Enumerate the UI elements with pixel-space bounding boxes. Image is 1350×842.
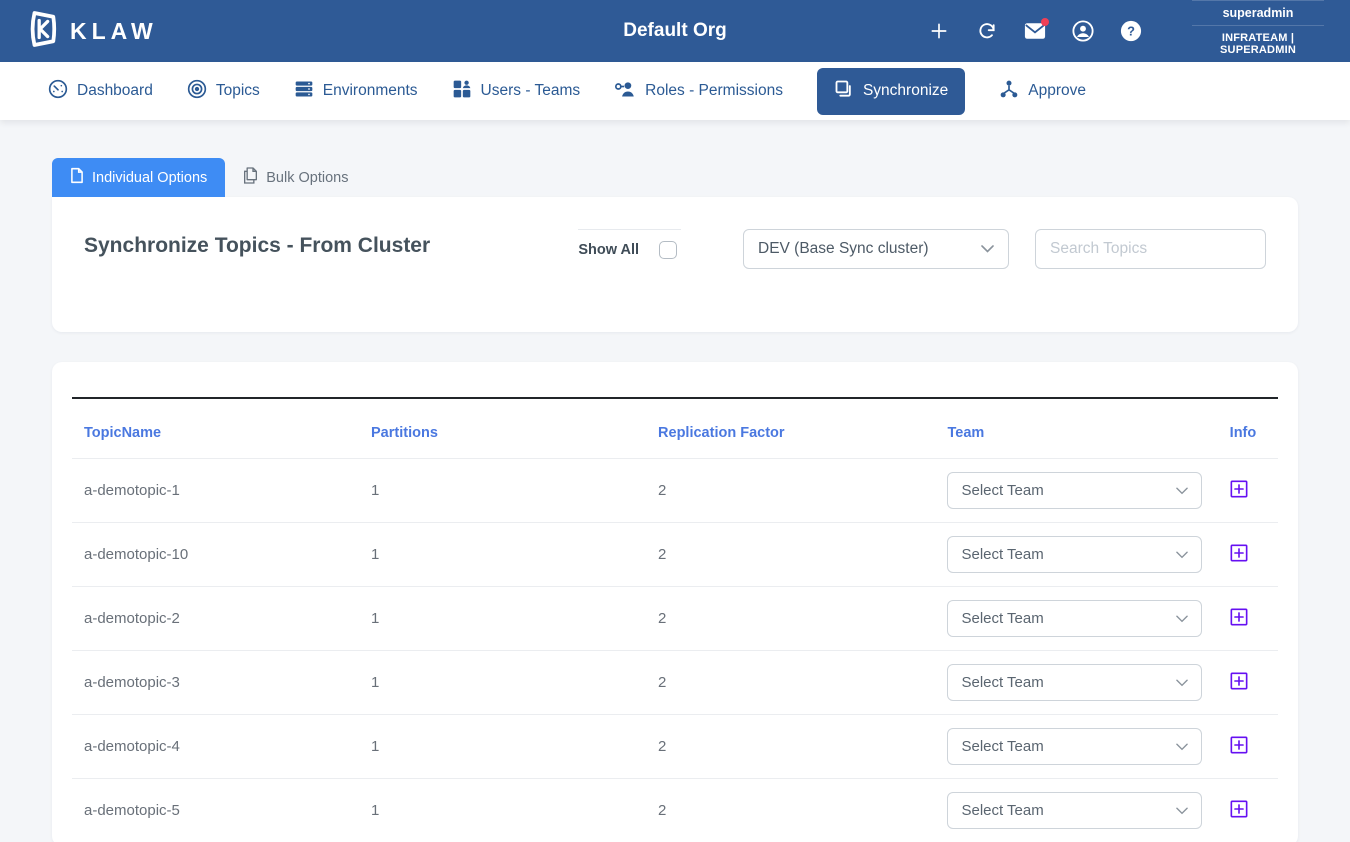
add-topic-icon[interactable] [1230,480,1248,498]
nav-item-synchronize[interactable]: Synchronize [817,68,965,115]
col-header-info: Info [1218,398,1278,459]
help-icon[interactable]: ? [1120,20,1142,42]
topics-icon [187,79,207,104]
search-topics-input[interactable] [1035,229,1266,269]
nav-item-approve[interactable]: Approve [999,79,1086,104]
table-row: a-demotopic-3 1 2 Select Team [72,651,1278,715]
klaw-logo[interactable]: KLAW [26,9,158,54]
team-select[interactable]: Select Team [947,472,1202,509]
table-row: a-demotopic-2 1 2 Select Team [72,587,1278,651]
sync-topics-table: TopicName Partitions Replication Factor … [72,397,1278,842]
show-all-checkbox[interactable] [659,241,677,259]
panel-heading: Synchronize Topics - From Cluster [84,229,578,258]
table-row: a-demotopic-5 1 2 Select Team [72,779,1278,842]
replication-factor-cell: 2 [646,779,935,842]
add-topic-icon[interactable] [1230,800,1248,818]
main-content: Individual Options Bulk Options Synchron… [0,120,1350,842]
chevron-down-icon [1176,546,1188,563]
topic-name-cell: a-demotopic-1 [72,459,359,523]
topic-name-cell: a-demotopic-4 [72,715,359,779]
tab-individual-options[interactable]: Individual Options [52,158,225,197]
synchronize-icon [834,79,854,104]
environments-icon [294,79,314,104]
show-all-label: Show All [578,242,639,258]
add-topic-icon[interactable] [1230,736,1248,754]
team-select[interactable]: Select Team [947,728,1202,765]
chevron-down-icon [1176,482,1188,499]
team-select[interactable]: Select Team [947,792,1202,829]
mail-icon[interactable] [1024,20,1046,42]
klaw-logo-icon [26,9,58,54]
team-select[interactable]: Select Team [947,536,1202,573]
nav-item-environments[interactable]: Environments [294,79,418,104]
roles-permissions-icon [614,79,636,104]
table-row: a-demotopic-10 1 2 Select Team [72,523,1278,587]
notification-dot [1041,18,1049,26]
sync-topics-table-panel: TopicName Partitions Replication Factor … [52,362,1298,842]
nav-item-topics[interactable]: Topics [187,79,260,104]
col-header-replication-factor: Replication Factor [646,398,935,459]
sync-tabs: Individual Options Bulk Options [52,158,1298,197]
partitions-cell: 1 [359,587,646,651]
logo-text: KLAW [70,18,158,45]
partitions-cell: 1 [359,523,646,587]
col-header-topicname: TopicName [72,398,359,459]
partitions-cell: 1 [359,779,646,842]
team-role: INFRATEAM | SUPERADMIN [1192,26,1324,62]
nav-item-dashboard[interactable]: Dashboard [48,79,153,104]
chevron-down-icon [981,240,994,258]
add-topic-icon[interactable] [1230,672,1248,690]
team-select[interactable]: Select Team [947,664,1202,701]
replication-factor-cell: 2 [646,715,935,779]
partitions-cell: 1 [359,459,646,523]
add-topic-icon[interactable] [1230,608,1248,626]
cluster-select[interactable]: DEV (Base Sync cluster) [743,229,1009,269]
chevron-down-icon [1176,738,1188,755]
refresh-icon[interactable] [976,20,998,42]
org-title: Default Org [623,20,726,42]
dashboard-icon [48,79,68,104]
add-topic-icon[interactable] [1230,544,1248,562]
nav-item-roles-permissions[interactable]: Roles - Permissions [614,79,783,104]
tab-bulk-options[interactable]: Bulk Options [225,158,366,197]
username: superadmin [1192,1,1324,26]
document-icon [70,167,84,188]
sync-controls-panel: Synchronize Topics - From Cluster Show A… [52,197,1298,332]
team-select[interactable]: Select Team [947,600,1202,637]
profile-icon[interactable] [1072,20,1094,42]
partitions-cell: 1 [359,715,646,779]
table-row: a-demotopic-4 1 2 Select Team [72,715,1278,779]
table-header-row: TopicName Partitions Replication Factor … [72,398,1278,459]
partitions-cell: 1 [359,651,646,715]
col-header-team: Team [935,398,1217,459]
topic-name-cell: a-demotopic-2 [72,587,359,651]
add-request-icon[interactable] [928,20,950,42]
replication-factor-cell: 2 [646,651,935,715]
chevron-down-icon [1176,802,1188,819]
replication-factor-cell: 2 [646,459,935,523]
nav-item-users-teams[interactable]: Users - Teams [452,79,581,104]
topic-name-cell: a-demotopic-5 [72,779,359,842]
show-all-group: Show All [578,229,681,259]
chevron-down-icon [1176,610,1188,627]
documents-icon [243,167,258,188]
col-header-partitions: Partitions [359,398,646,459]
user-info[interactable]: superadmin INFRATEAM | SUPERADMIN [1192,0,1324,63]
svg-text:?: ? [1127,24,1135,39]
approve-icon [999,79,1019,104]
users-teams-icon [452,79,472,104]
app-header: KLAW Default Org ? superadmin INFRATEAM … [0,0,1350,62]
replication-factor-cell: 2 [646,587,935,651]
replication-factor-cell: 2 [646,523,935,587]
table-row: a-demotopic-1 1 2 Select Team [72,459,1278,523]
main-nav: Dashboard Topics Environments Users - Te… [0,62,1350,120]
topic-name-cell: a-demotopic-3 [72,651,359,715]
chevron-down-icon [1176,674,1188,691]
topic-name-cell: a-demotopic-10 [72,523,359,587]
